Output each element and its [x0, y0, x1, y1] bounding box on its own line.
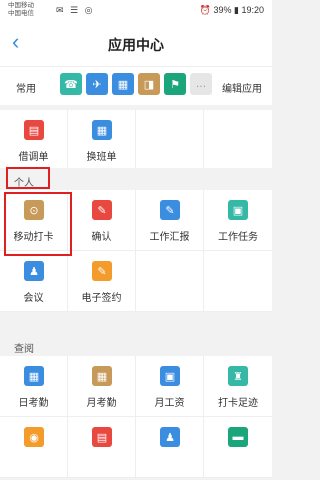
personal-app-icon-5: ✎	[92, 261, 112, 281]
top-grid: ▤ 借调单 ▦ 换班单	[0, 110, 272, 171]
common-app-icon-4[interactable]: ⚑	[164, 73, 186, 95]
personal-app-cell-4[interactable]: ♟ 会议	[0, 251, 68, 311]
query-app-label-0: 日考勤	[18, 398, 49, 409]
section-query-title: 查阅	[14, 344, 34, 355]
common-app-icon-0[interactable]: ☎	[60, 73, 82, 95]
personal-app-label-2: 工作汇报	[149, 232, 190, 243]
personal-app-icon-2: ✎	[160, 200, 180, 220]
query-app-icon-6: ♟	[160, 427, 180, 447]
top-app-cell-0[interactable]: ▤ 借调单	[0, 110, 68, 170]
personal-app-icon-4: ♟	[24, 261, 44, 281]
top-app-cell-3	[204, 110, 272, 170]
edit-apps-button[interactable]: 编辑应用	[222, 80, 262, 95]
query-app-icon-2: ▣	[160, 366, 180, 386]
personal-app-icon-3: ▣	[228, 200, 248, 220]
common-label: 常用	[16, 84, 36, 95]
top-app-label-1: 换班单	[86, 152, 117, 163]
common-icons: ☎ ✈ ▦ ◨ ⚑…	[60, 73, 212, 95]
top-app-icon-0: ▤	[24, 120, 44, 140]
personal-app-cell-2[interactable]: ✎ 工作汇报	[136, 190, 204, 250]
query-app-icon-4: ◉	[24, 427, 44, 447]
page-title: 应用中心	[108, 37, 164, 53]
query-app-cell-7[interactable]: ▬	[204, 417, 272, 477]
query-app-cell-2[interactable]: ▣ 月工资	[136, 356, 204, 416]
query-app-cell-4[interactable]: ◉	[0, 417, 68, 477]
query-app-icon-3: ♜	[228, 366, 248, 386]
query-app-label-1: 月考勤	[86, 398, 117, 409]
app-header: ‹ 应用中心	[0, 22, 272, 66]
personal-app-cell-5[interactable]: ✎ 电子签约	[68, 251, 136, 311]
top-app-icon-1: ▦	[92, 120, 112, 140]
query-app-icon-5: ▤	[92, 427, 112, 447]
section-query: 查阅	[0, 334, 272, 356]
carrier-2: 中国电信	[8, 10, 34, 17]
notification-icons: ✉ ☰ ◎	[56, 5, 95, 15]
query-app-cell-6[interactable]: ♟	[136, 417, 204, 477]
top-app-cell-2	[136, 110, 204, 170]
query-app-icon-7: ▬	[228, 427, 248, 447]
query-app-label-3: 打卡足迹	[218, 398, 258, 409]
personal-app-label-3: 工作任务	[218, 232, 258, 243]
common-app-icon-1[interactable]: ✈	[86, 73, 108, 95]
query-app-cell-0[interactable]: ▦ 日考勤	[0, 356, 68, 416]
query-app-cell-5[interactable]: ▤	[68, 417, 136, 477]
personal-app-cell-3[interactable]: ▣ 工作任务	[204, 190, 272, 250]
query-app-cell-1[interactable]: ▦ 月考勤	[68, 356, 136, 416]
battery-level: 39%	[213, 5, 232, 15]
common-apps-bar: 常用 ☎ ✈ ▦ ◨ ⚑… 编辑应用	[0, 66, 272, 105]
personal-app-cell-6	[136, 251, 204, 311]
carrier-info: 中国移动 中国电信	[8, 2, 34, 18]
carrier-1: 中国移动	[8, 2, 34, 9]
top-app-cell-1[interactable]: ▦ 换班单	[68, 110, 136, 170]
common-app-icon-5[interactable]: …	[190, 73, 212, 95]
highlight-personal	[6, 167, 50, 189]
query-grid: ▦ 日考勤 ▦ 月考勤 ▣ 月工资 ♜ 打卡足迹 ◉ ▤ ♟ ▬	[0, 356, 272, 478]
status-right: ⏰ 39% ▮ 19:20	[200, 5, 264, 16]
personal-app-icon-1: ✎	[92, 200, 112, 220]
personal-app-cell-1[interactable]: ✎ 确认	[68, 190, 136, 250]
common-app-icon-3[interactable]: ◨	[138, 73, 160, 95]
clock: 19:20	[241, 5, 264, 15]
query-app-icon-0: ▦	[24, 366, 44, 386]
query-app-icon-1: ▦	[92, 366, 112, 386]
personal-app-label-1: 确认	[91, 232, 112, 243]
top-app-label-0: 借调单	[18, 152, 49, 163]
personal-app-cell-7	[204, 251, 272, 311]
query-app-cell-3[interactable]: ♜ 打卡足迹	[204, 356, 272, 416]
common-app-icon-2[interactable]: ▦	[112, 73, 134, 95]
query-app-label-2: 月工资	[154, 398, 185, 409]
personal-app-label-5: 电子签约	[81, 293, 122, 304]
alarm-icon: ⏰	[199, 5, 214, 15]
status-bar: 中国移动 中国电信 ✉ ☰ ◎ ⏰ 39% ▮ 19:20	[0, 0, 272, 22]
personal-app-label-4: 会议	[23, 293, 44, 304]
highlight-mobile-checkin	[4, 192, 72, 256]
